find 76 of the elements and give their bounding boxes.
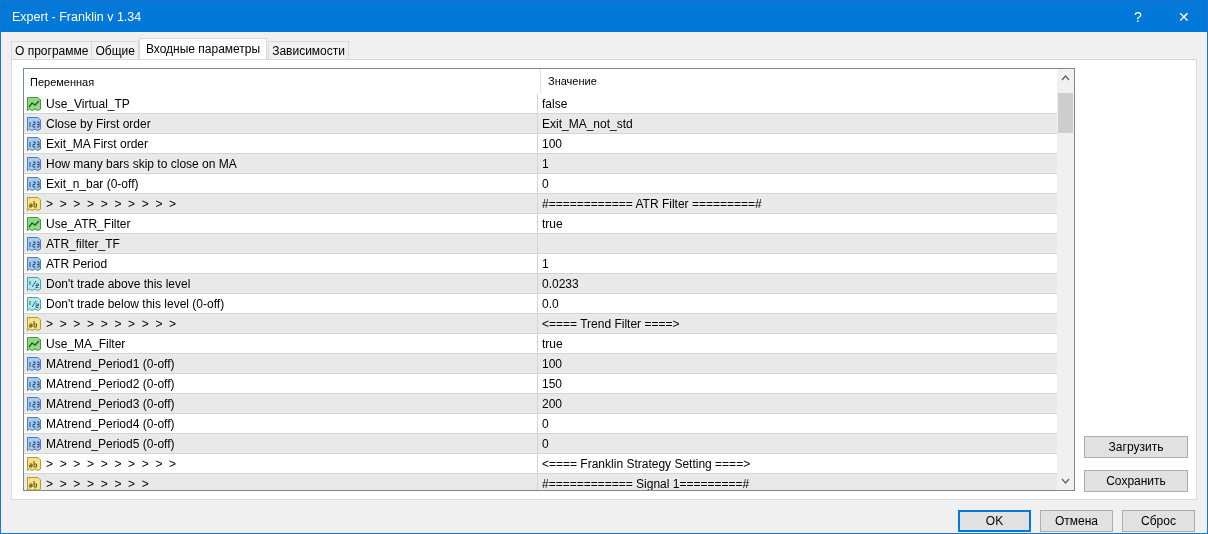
parameter-name: > > > > > > > > > > (46, 316, 177, 331)
integer-icon (26, 355, 42, 372)
vertical-scrollbar[interactable] (1057, 69, 1074, 490)
parameter-name: MAtrend_Period2 (0-off) (46, 376, 175, 391)
integer-icon (26, 115, 42, 132)
parameter-name: How many bars skip to close on MA (46, 156, 237, 171)
parameter-value[interactable]: true (542, 336, 563, 351)
dialog-button[interactable]: OK (958, 510, 1031, 532)
parameter-value[interactable]: <==== Trend Filter ====> (542, 316, 680, 331)
decimal-icon (26, 295, 42, 312)
side-button[interactable]: Сохранить (1084, 470, 1188, 492)
integer-icon (26, 155, 42, 172)
tab[interactable]: Общие (91, 41, 139, 59)
integer-icon (26, 235, 42, 252)
scroll-down-icon[interactable] (1061, 478, 1070, 484)
parameter-name: > > > > > > > > > > (46, 456, 177, 471)
boolean-icon (26, 215, 42, 232)
scroll-up-icon[interactable] (1061, 75, 1070, 81)
parameter-name: > > > > > > > > (46, 476, 149, 490)
parameter-value[interactable]: 0 (542, 436, 549, 451)
integer-icon (26, 435, 42, 452)
parameter-name: Exit_MA First order (46, 136, 149, 151)
integer-icon (26, 175, 42, 192)
parameter-name: Don't trade below this level (0-off) (46, 296, 225, 311)
parameter-value[interactable]: 1 (542, 256, 549, 271)
parameter-name: MAtrend_Period1 (0-off) (46, 356, 175, 371)
help-button[interactable]: ? (1115, 1, 1161, 32)
parameter-value[interactable]: 100 (542, 136, 563, 151)
integer-icon (26, 375, 42, 392)
integer-icon (26, 255, 42, 272)
window-title: Expert - Franklin v 1.34 (11, 9, 142, 24)
parameter-value[interactable]: #============ Signal 1=========# (542, 476, 750, 490)
tab[interactable]: О программе (11, 41, 93, 59)
integer-icon (26, 395, 42, 412)
parameter-name: MAtrend_Period5 (0-off) (46, 436, 175, 451)
dialog-button[interactable]: Сброс (1122, 510, 1195, 532)
side-button[interactable]: Загрузить (1084, 436, 1188, 458)
parameter-name: MAtrend_Period3 (0-off) (46, 396, 175, 411)
decimal-icon (26, 275, 42, 292)
parameter-value[interactable]: Exit_MA_not_std (542, 116, 633, 131)
parameter-value[interactable]: 100 (542, 356, 563, 371)
parameter-value[interactable]: 150 (542, 376, 563, 391)
parameter-value[interactable]: true (542, 216, 563, 231)
column-header[interactable]: Переменная (24, 75, 540, 88)
parameter-value[interactable]: 200 (542, 396, 563, 411)
parameter-name: Close by First order (46, 116, 151, 131)
parameter-name: > > > > > > > > > > (46, 196, 177, 211)
parameter-value[interactable]: 0 (542, 176, 549, 191)
text-icon (26, 195, 42, 212)
parameter-value[interactable]: <==== Franklin Strategy Setting ====> (542, 456, 751, 471)
integer-icon (26, 135, 42, 152)
integer-icon (26, 415, 42, 432)
parameter-value[interactable]: 0.0233 (542, 276, 579, 291)
parameter-name: Use_MA_Filter (46, 336, 126, 351)
parameter-name: MAtrend_Period4 (0-off) (46, 416, 175, 431)
parameter-value[interactable]: false (542, 96, 568, 111)
parameter-name: Exit_n_bar (0-off) (46, 176, 139, 191)
parameter-name: Don't trade above this level (46, 276, 191, 291)
parameter-value[interactable]: 1 (542, 156, 549, 171)
text-icon (26, 315, 42, 332)
tab[interactable]: Зависимости (268, 41, 349, 59)
scrollbar-thumb[interactable] (1058, 93, 1073, 133)
parameter-value[interactable]: 0 (542, 416, 549, 431)
parameter-name: ATR Period (46, 256, 108, 271)
text-icon (26, 455, 42, 472)
parameter-value[interactable]: #============ ATR Filter =========# (542, 196, 762, 211)
text-icon (26, 475, 42, 490)
dialog-button[interactable]: Отмена (1040, 510, 1113, 532)
boolean-icon (26, 335, 42, 352)
close-button[interactable]: ✕ (1161, 1, 1207, 32)
parameter-value[interactable]: 0.0 (542, 296, 559, 311)
parameter-name: Use_Virtual_TP (46, 96, 130, 111)
boolean-icon (26, 95, 42, 112)
parameter-name: Use_ATR_Filter (46, 216, 131, 231)
tab[interactable]: Входные параметры (138, 38, 268, 59)
parameter-name: ATR_filter_TF (46, 236, 120, 251)
